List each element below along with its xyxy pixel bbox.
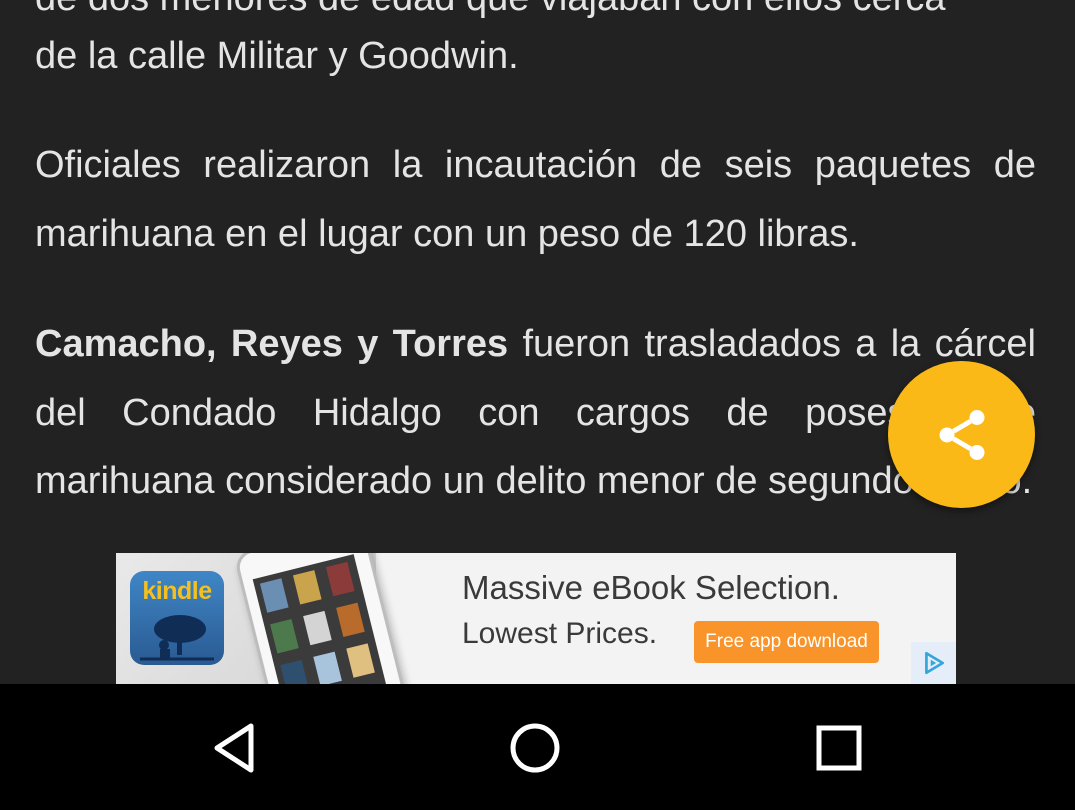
ad-book-cover	[313, 651, 342, 684]
ad-book-cover	[259, 578, 289, 613]
nav-home-button[interactable]	[500, 713, 570, 783]
adchoices-icon	[924, 651, 944, 675]
ad-phone-image	[233, 553, 413, 684]
article-paragraph-3: Camacho, Reyes y Torres fueron trasladad…	[35, 310, 1036, 516]
nav-recents-button[interactable]	[804, 713, 874, 783]
nav-back-button[interactable]	[198, 713, 268, 783]
share-icon	[939, 409, 984, 460]
ad-headline: Massive eBook Selection.	[462, 569, 840, 606]
ad-book-cover	[292, 570, 322, 605]
ad-book-cover	[270, 619, 299, 654]
recents-icon	[816, 725, 862, 771]
article-paragraph-2: Oficiales realizaron la incautación de s…	[35, 144, 1036, 255]
home-icon	[510, 723, 560, 773]
ad-subline: Lowest Prices.	[462, 617, 658, 650]
ad-phone-screen	[252, 554, 388, 684]
ad-book-cover	[303, 610, 332, 646]
article-paragraph-1-last-line: de la calle Militar y Goodwin.	[35, 35, 519, 77]
article-paragraph-3-names: Camacho, Reyes y Torres	[35, 323, 509, 365]
back-icon	[214, 723, 254, 773]
share-button[interactable]	[888, 361, 1035, 508]
adchoices-button[interactable]	[911, 642, 956, 684]
ad-book-cover	[336, 602, 365, 638]
ad-book-cover	[280, 659, 309, 684]
ad-book-cover	[325, 561, 355, 597]
kindle-reader-tree-icon	[140, 615, 214, 661]
ad-cta-button[interactable]: Free app download	[694, 621, 879, 663]
ad-book-cover	[346, 643, 375, 678]
system-navigation-bar	[0, 684, 1075, 810]
kindle-logo: kindle	[130, 571, 224, 665]
kindle-ad-banner[interactable]: kindle Massive eBook Selection. Lowest P…	[116, 553, 956, 684]
